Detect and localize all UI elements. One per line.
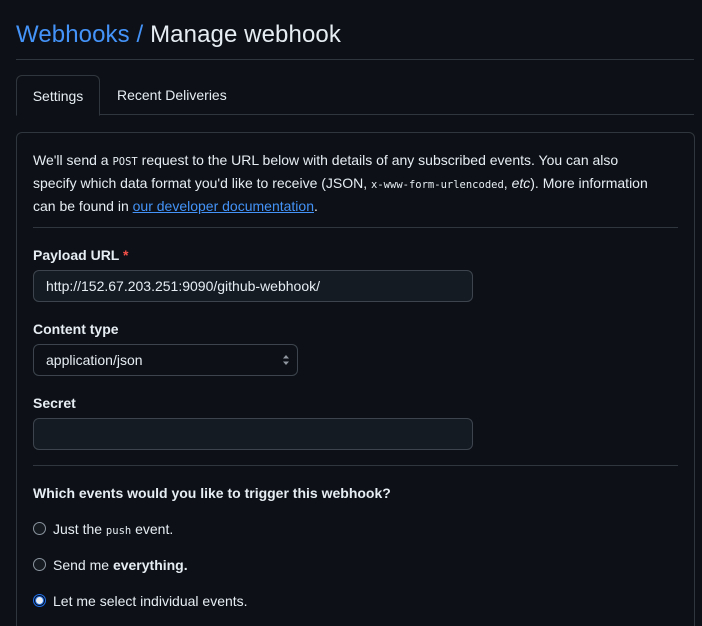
events-question: Which events would you like to trigger t…: [33, 485, 391, 501]
intro-etc: etc: [511, 175, 531, 191]
radio-label-bold: everything.: [112, 557, 188, 573]
radio-label: Just the push event.: [53, 519, 173, 541]
breadcrumb-current: Manage webhook: [150, 21, 341, 48]
breadcrumb-webhooks-link[interactable]: Webhooks: [16, 21, 130, 48]
secret-input[interactable]: [33, 418, 473, 450]
tab-recent-deliveries[interactable]: Recent Deliveries: [117, 75, 227, 115]
content-type-label: Content type: [33, 321, 119, 337]
intro-text: We'll send a POST request to the URL bel…: [33, 133, 663, 217]
content-type-select[interactable]: application/json: [33, 344, 298, 376]
required-mark: *: [123, 247, 129, 263]
radio-label: Send me everything.: [53, 555, 188, 575]
radio-button[interactable]: [33, 522, 46, 535]
content-type-value: application/json: [46, 352, 143, 368]
radio-label-text: Let me select individual events.: [53, 593, 248, 609]
post-code: POST: [112, 156, 138, 168]
payload-url-label: Payload URL *: [33, 247, 128, 263]
breadcrumb-separator: /: [129, 21, 151, 48]
divider: [33, 227, 678, 228]
payload-url-label-text: Payload URL: [33, 247, 120, 263]
payload-url-input[interactable]: http://152.67.203.251:9090/github-webhoo…: [33, 270, 473, 302]
select-arrows-icon: [283, 355, 289, 365]
webhook-settings-page: Webhooks / Manage webhook Settings Recen…: [0, 0, 702, 626]
webhook-form-box: We'll send a POST request to the URL bel…: [16, 132, 695, 626]
radio-label-text: event.: [131, 521, 174, 537]
tab-nav: Settings Recent Deliveries: [16, 75, 694, 116]
intro-text-part: ,: [503, 175, 512, 191]
developer-docs-link[interactable]: our developer documentation: [133, 198, 314, 214]
urlencoded-code: x-www-form-urlencoded: [371, 179, 504, 191]
page-title: Webhooks / Manage webhook: [16, 19, 694, 51]
radio-label: Let me select individual events.: [53, 591, 248, 611]
secret-label: Secret: [33, 395, 76, 411]
intro-text-part: .: [313, 198, 318, 214]
radio-button[interactable]: [33, 558, 46, 571]
push-code: push: [105, 525, 132, 537]
radio-label-text: Just the: [53, 521, 106, 537]
tab-settings[interactable]: Settings: [16, 75, 100, 116]
radio-label-text: Send me: [53, 557, 113, 573]
intro-text-part: We'll send a: [33, 152, 113, 168]
page-header: Webhooks / Manage webhook: [16, 0, 694, 60]
radio-button-checked[interactable]: [33, 594, 46, 607]
divider: [33, 465, 678, 466]
